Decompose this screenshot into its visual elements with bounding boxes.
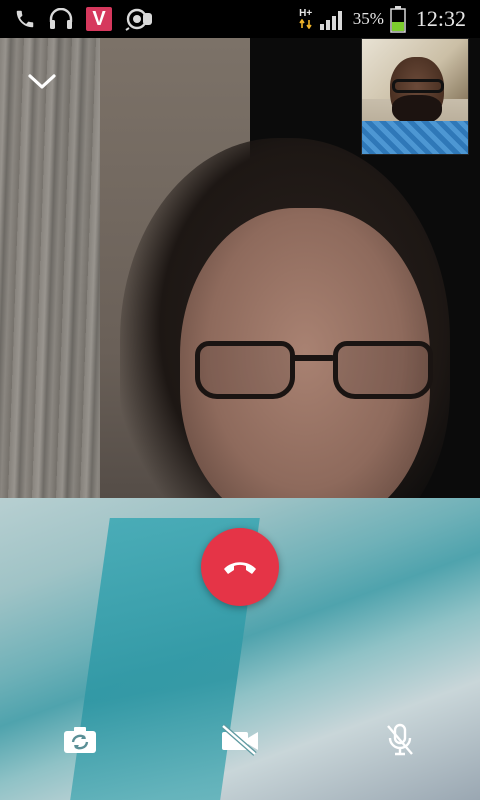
phone-icon — [14, 8, 36, 30]
network-indicator: H+ — [299, 9, 313, 29]
chevron-down-icon — [28, 74, 56, 89]
clock: 12:32 — [415, 6, 466, 31]
voice-call-icon — [124, 7, 154, 31]
microphone-off-icon — [387, 723, 413, 756]
network-type: H+ — [299, 8, 313, 19]
switch-camera-icon — [64, 727, 96, 753]
v-app-icon: V — [86, 7, 112, 31]
headset-icon — [48, 8, 74, 30]
switch-camera-button[interactable] — [58, 718, 102, 762]
self-video-preview[interactable] — [361, 38, 469, 155]
notification-icons: V — [0, 7, 154, 31]
battery-percent: 35% — [352, 9, 384, 28]
data-arrows-icon — [299, 19, 312, 29]
status-bar: V H+ 35% 12:32 — [0, 0, 480, 38]
remote-participant-glasses — [195, 333, 435, 405]
hang-up-icon — [224, 562, 256, 574]
video-off-button[interactable] — [218, 718, 262, 762]
signal-strength-icon — [319, 7, 347, 31]
minimize-call-button[interactable] — [24, 64, 60, 100]
video-off-icon — [221, 724, 258, 756]
end-call-button[interactable] — [201, 528, 279, 606]
self-preview-glasses — [392, 79, 444, 93]
self-preview-shirt — [362, 121, 468, 154]
mute-microphone-button[interactable] — [378, 718, 422, 762]
battery-icon — [390, 5, 406, 33]
system-status: H+ 35% 12:32 — [299, 5, 480, 33]
